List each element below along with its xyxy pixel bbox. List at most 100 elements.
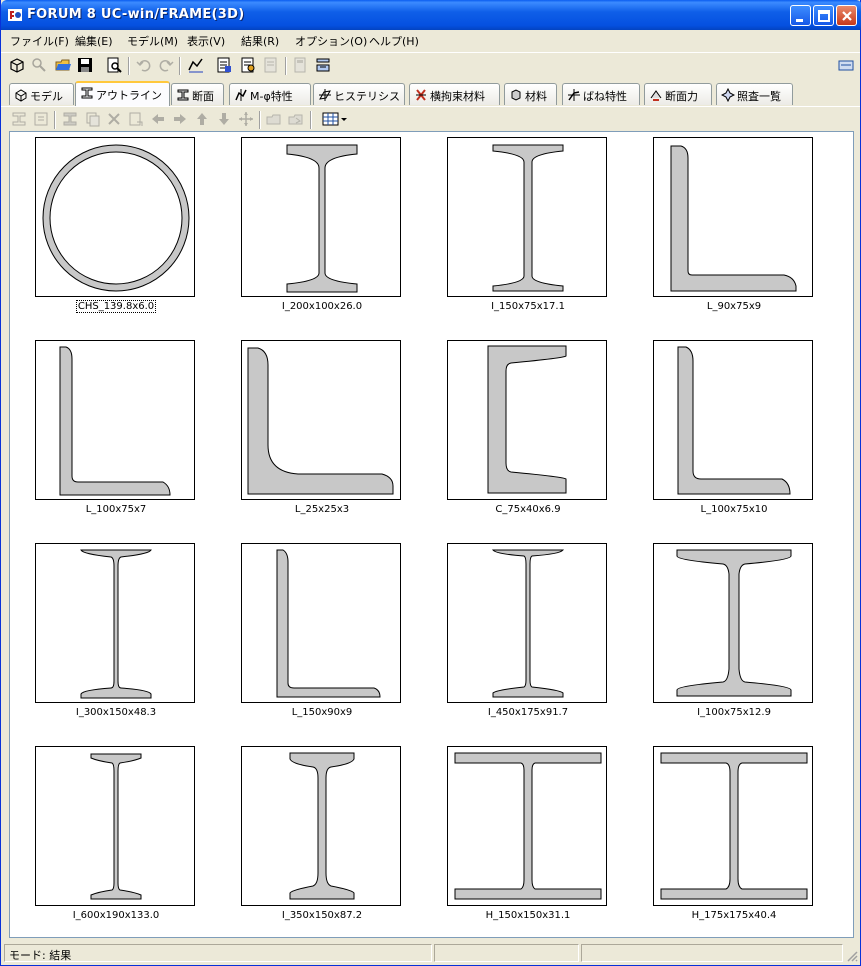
print-preview-icon[interactable] bbox=[105, 56, 123, 74]
tab-label: 断面力 bbox=[665, 90, 698, 103]
m-phi-icon bbox=[235, 89, 247, 101]
outline-label[interactable]: I_300x150x48.3 bbox=[16, 707, 216, 718]
outline-label[interactable]: L_90x75x9 bbox=[634, 301, 834, 312]
outline-thumbnail[interactable] bbox=[447, 746, 607, 906]
open-folder-icon[interactable] bbox=[54, 56, 72, 74]
outline-label[interactable]: I_350x150x87.2 bbox=[222, 910, 422, 921]
section-icon bbox=[177, 89, 189, 101]
report-export-icon[interactable] bbox=[262, 56, 280, 74]
calculator-icon[interactable] bbox=[291, 56, 309, 74]
delete-icon[interactable] bbox=[105, 110, 123, 128]
outline-thumbnail[interactable] bbox=[241, 746, 401, 906]
spring-icon bbox=[568, 89, 580, 101]
outline-shape-I bbox=[286, 144, 358, 293]
outline-thumbnail[interactable] bbox=[653, 340, 813, 500]
close-icon bbox=[842, 11, 852, 21]
undo-icon[interactable] bbox=[135, 56, 153, 74]
report-icon[interactable] bbox=[215, 56, 233, 74]
outline-label[interactable]: I_600x190x133.0 bbox=[16, 910, 216, 921]
menu-view[interactable]: 表示(V) bbox=[187, 33, 225, 49]
menu-edit[interactable]: 編集(E) bbox=[75, 33, 113, 49]
arrow-down-icon[interactable] bbox=[215, 110, 233, 128]
new-outline-icon[interactable] bbox=[10, 110, 28, 128]
run-analysis-icon[interactable] bbox=[314, 56, 332, 74]
outline-thumbnail[interactable] bbox=[35, 340, 195, 500]
report-settings-icon[interactable] bbox=[239, 56, 257, 74]
outline-label[interactable]: H_175x175x40.4 bbox=[634, 910, 834, 921]
outline-thumbnail[interactable] bbox=[653, 746, 813, 906]
outline-thumbnail[interactable] bbox=[241, 340, 401, 500]
maximize-button[interactable] bbox=[813, 5, 834, 26]
tab-m-phi[interactable]: M-φ特性 bbox=[229, 83, 311, 105]
outline-label[interactable]: I_200x100x26.0 bbox=[222, 301, 422, 312]
outline-thumbnail[interactable] bbox=[447, 543, 607, 703]
outline-shape-I bbox=[80, 549, 152, 699]
outline-thumbnail[interactable] bbox=[241, 137, 401, 297]
hysteresis-icon bbox=[319, 89, 331, 101]
title-bar[interactable]: FORUM 8 UC-win/FRAME(3D) bbox=[1, 0, 861, 30]
menu-file[interactable]: ファイル(F) bbox=[10, 33, 69, 49]
minimize-button[interactable] bbox=[790, 5, 811, 26]
menu-options[interactable]: オプション(O) bbox=[295, 33, 367, 49]
window-title: FORUM 8 UC-win/FRAME(3D) bbox=[27, 7, 245, 22]
outline-thumbnail[interactable] bbox=[35, 543, 195, 703]
status-bar: モード: 結果 bbox=[1, 942, 860, 965]
toolbar-options-icon[interactable] bbox=[837, 56, 855, 74]
outline-label[interactable]: H_150x150x31.1 bbox=[428, 910, 628, 921]
outline-label[interactable]: I_150x75x17.1 bbox=[428, 301, 628, 312]
zoom-icon[interactable] bbox=[30, 56, 48, 74]
tab-hysteresis[interactable]: ヒステリシス bbox=[313, 83, 405, 105]
tab-check-list[interactable]: 照査一覧 bbox=[716, 83, 793, 105]
paste-icon[interactable] bbox=[127, 110, 145, 128]
copy-icon[interactable] bbox=[84, 110, 102, 128]
tab-material[interactable]: 材料 bbox=[504, 83, 557, 105]
menu-model[interactable]: モデル(M) bbox=[127, 33, 178, 49]
outline-grid: CHS_139.8x6.0 I_200x100x26.0 I_150x75x17.1… bbox=[9, 131, 854, 938]
outline-label[interactable]: CHS_139.8x6.0 bbox=[16, 300, 216, 313]
resize-grip-icon[interactable] bbox=[846, 950, 858, 962]
outline-thumbnail[interactable] bbox=[447, 340, 607, 500]
outline-thumbnail[interactable] bbox=[447, 137, 607, 297]
arrow-right-icon[interactable] bbox=[171, 110, 189, 128]
tab-label: ばね特性 bbox=[583, 90, 627, 103]
outline-label[interactable]: L_25x25x3 bbox=[222, 504, 422, 515]
move-icon[interactable] bbox=[237, 110, 255, 128]
outline-label[interactable]: I_100x75x12.9 bbox=[634, 707, 834, 718]
outline-label[interactable]: L_150x90x9 bbox=[222, 707, 422, 718]
arrow-up-icon[interactable] bbox=[193, 110, 211, 128]
arrow-left-icon[interactable] bbox=[149, 110, 167, 128]
toolbar-separator bbox=[179, 57, 181, 75]
view-mode-dropdown-icon[interactable] bbox=[321, 110, 349, 128]
outline-thumbnail[interactable] bbox=[653, 543, 813, 703]
tab-section[interactable]: 断面 bbox=[171, 83, 224, 105]
outline-label[interactable]: C_75x40x6.9 bbox=[428, 504, 628, 515]
outline-label[interactable]: I_450x175x91.7 bbox=[428, 707, 628, 718]
material-icon bbox=[511, 89, 521, 101]
menu-help[interactable]: ヘルプ(H) bbox=[369, 33, 419, 49]
outline-label[interactable]: L_100x75x10 bbox=[634, 504, 834, 515]
outline-shape-H bbox=[454, 752, 602, 900]
outline-label[interactable]: L_100x75x7 bbox=[16, 504, 216, 515]
outline-thumbnail[interactable] bbox=[35, 746, 195, 906]
tab-spring[interactable]: ばね特性 bbox=[562, 83, 640, 105]
outline-thumbnail[interactable] bbox=[241, 543, 401, 703]
menu-results[interactable]: 結果(R) bbox=[241, 33, 279, 49]
close-button[interactable] bbox=[836, 5, 857, 26]
new-model-icon[interactable] bbox=[8, 56, 26, 74]
redo-icon[interactable] bbox=[157, 56, 175, 74]
import-icon[interactable] bbox=[265, 110, 283, 128]
outline-shape-circle bbox=[42, 144, 190, 292]
tab-outline[interactable]: アウトライン bbox=[75, 81, 170, 106]
tab-lateral-restraint[interactable]: 横拘束材料 bbox=[409, 83, 500, 105]
outline-thumbnail[interactable] bbox=[653, 137, 813, 297]
outline-thumbnail[interactable] bbox=[35, 137, 195, 297]
export-icon[interactable] bbox=[287, 110, 305, 128]
graph-icon[interactable] bbox=[187, 56, 205, 74]
tab-model[interactable]: モデル bbox=[9, 83, 74, 105]
outline-icon bbox=[81, 87, 93, 99]
edit-outline-icon[interactable] bbox=[32, 110, 50, 128]
outline-label-text: H_150x150x31.1 bbox=[485, 910, 571, 921]
cut-icon[interactable] bbox=[61, 110, 79, 128]
save-icon[interactable] bbox=[76, 56, 94, 74]
tab-section-force[interactable]: 断面力 bbox=[644, 83, 712, 105]
